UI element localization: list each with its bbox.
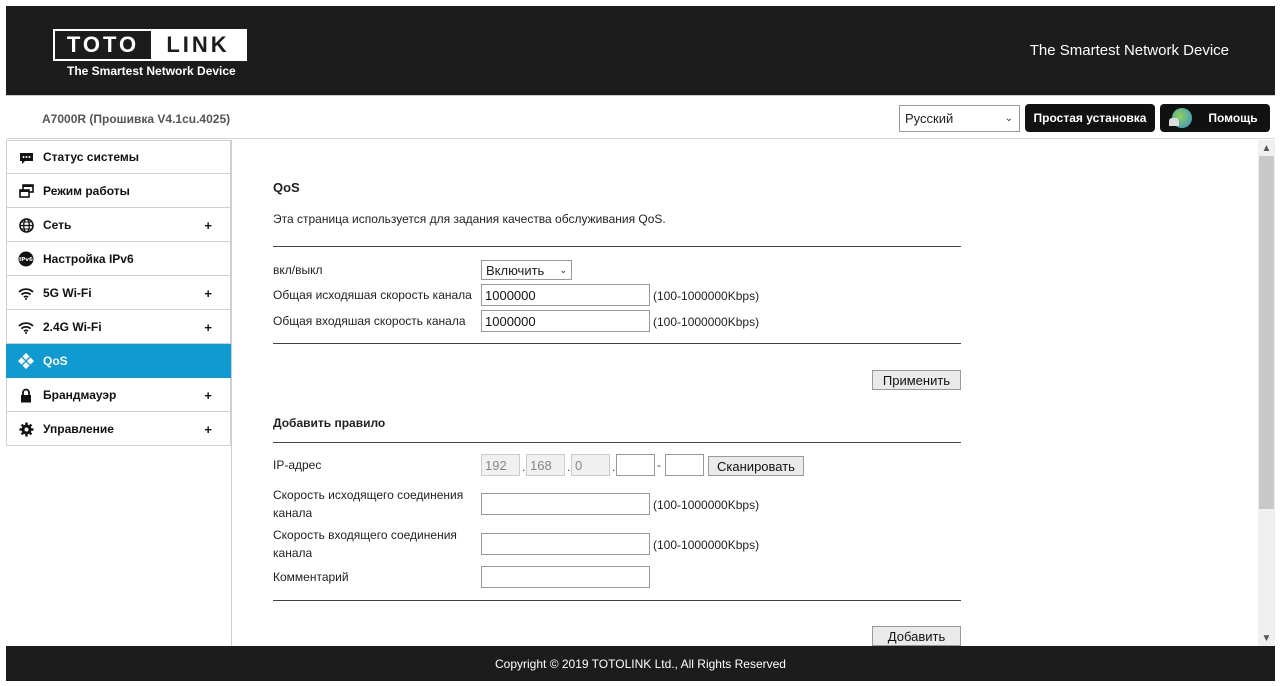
apply-button[interactable]: Применить [872,370,961,390]
expand-plus-icon[interactable]: + [204,422,212,437]
sidebar-item-24g-wifi[interactable]: 2.4G Wi-Fi + [6,310,231,344]
router-admin-page: TOTO LINK The Smartest Network Device Th… [6,6,1275,681]
expand-plus-icon[interactable]: + [204,388,212,403]
sidebar-item-label: Настройка IPv6 [43,251,134,266]
sidebar-item-label: QoS [43,353,68,368]
sidebar-item-label: Брандмауэр [43,387,117,402]
sidebar-item-label: 5G Wi-Fi [43,285,92,300]
ip-dot: . [612,460,616,474]
ip-range-dash: - [657,458,661,472]
header: TOTO LINK The Smartest Network Device Th… [6,6,1275,95]
rule-download-input[interactable] [481,533,650,555]
language-select-value: Русский [905,111,954,126]
language-select[interactable]: Русский ⌄ [899,105,1020,132]
ip-dot: . [567,460,571,474]
rule-upload-hint: (100-1000000Kbps) [653,498,760,512]
scroll-up-icon[interactable]: ▲ [1258,140,1275,156]
ip-start-octet-input[interactable] [616,454,655,476]
divider [273,246,961,247]
ip-octet-2: 168 [526,454,565,476]
ip-octet-3: 0 [571,454,610,476]
windows-icon [18,183,34,199]
scroll-down-icon[interactable]: ▼ [1258,630,1275,646]
quick-setup-button[interactable]: Простая установка [1025,104,1155,132]
sidebar-item-system-status[interactable]: Статус системы [6,140,231,174]
rule-upload-label: Скорость исходящего соединения канала [273,488,464,520]
main-content: QoS Эта страница используется для задани… [233,140,1258,646]
comment-label: Комментарий [273,570,349,584]
sidebar-item-qos[interactable]: QoS [6,344,231,378]
expand-plus-icon[interactable]: + [204,320,212,335]
scan-button[interactable]: Сканировать [708,456,804,476]
footer: Copyright © 2019 TOTOLINK Ltd., All Righ… [6,646,1275,681]
chevron-down-icon: ⌄ [559,265,567,275]
upload-speed-input[interactable]: 1000000 [481,284,650,306]
header-slogan: The Smartest Network Device [1029,42,1229,59]
sidebar-item-operation-mode[interactable]: Режим работы [6,174,231,208]
sidebar-item-firewall[interactable]: Брандмауэр + [6,378,231,412]
firmware-version: A7000R (Прошивка V4.1cu.4025) [42,112,231,126]
logo-tagline: The Smartest Network Device [67,64,236,78]
logo-text-right: LINK [151,31,245,59]
add-rule-title: Добавить правило [273,416,386,430]
ip-dot: . [522,460,526,474]
expand-plus-icon[interactable]: + [204,286,212,301]
totolink-logo[interactable]: TOTO LINK [53,29,247,61]
divider [273,600,961,601]
qos-enable-value: Включить [486,262,545,278]
help-button[interactable]: Помощь [1160,104,1270,132]
ip-address-label: IP-адрес [273,458,322,472]
rule-upload-input[interactable] [481,493,650,515]
upload-speed-label: Общая исходяшая скорость канала [273,288,472,302]
expand-plus-icon[interactable]: + [204,218,212,233]
sidebar-item-management[interactable]: Управление + [6,412,231,446]
content-scrollbar[interactable]: ▲ ▼ [1258,140,1275,646]
sidebar: Статус системы Режим работы Сеть + IPv6 … [6,140,232,646]
sidebar-item-network[interactable]: Сеть + [6,208,231,242]
gear-icon [18,421,34,437]
download-speed-hint: (100-1000000Kbps) [653,315,760,329]
sidebar-item-label: Сеть [43,217,72,232]
sidebar-item-label: Управление [43,421,114,436]
ipv6-icon: IPv6 [18,251,34,267]
rule-download-label: Скорость входящего соединения канала [273,528,457,560]
comment-input[interactable] [481,566,650,588]
qos-icon [18,353,34,369]
sidebar-item-5g-wifi[interactable]: 5G Wi-Fi + [6,276,231,310]
divider [273,442,961,443]
divider [273,343,961,344]
svg-text:IPv6: IPv6 [19,257,33,263]
top-bar: A7000R (Прошивка V4.1cu.4025) Русский ⌄ … [6,95,1275,139]
sidebar-item-ipv6[interactable]: IPv6 Настройка IPv6 [6,242,231,276]
chevron-down-icon: ⌄ [1004,113,1013,124]
qos-enable-select[interactable]: Включить ⌄ [481,260,572,280]
add-rule-button[interactable]: Добавить [872,626,961,646]
scroll-thumb[interactable] [1259,156,1274,509]
ip-end-octet-input[interactable] [665,454,704,476]
page-title: QoS [273,180,300,195]
ip-octet-1: 192 [481,454,520,476]
copyright-text: Copyright © 2019 TOTOLINK Ltd., All Righ… [495,656,786,671]
wifi-icon [18,285,34,301]
chat-icon [18,150,34,166]
help-globe-icon [1169,108,1193,128]
globe-icon [18,217,34,233]
sidebar-item-label: 2.4G Wi-Fi [43,319,102,334]
qos-enable-label: вкл/выкл [273,263,323,277]
rule-download-hint: (100-1000000Kbps) [653,538,760,552]
page-description: Эта страница используется для задания ка… [273,212,666,226]
logo-text-left: TOTO [55,31,151,59]
help-button-label: Помощь [1208,111,1258,125]
sidebar-item-label: Режим работы [43,183,130,198]
lock-icon [18,387,34,403]
download-speed-label: Общая входяшая скорость канала [273,314,466,328]
download-speed-input[interactable]: 1000000 [481,310,650,332]
sidebar-item-label: Статус системы [43,150,140,164]
upload-speed-hint: (100-1000000Kbps) [653,289,760,303]
wifi-icon [18,319,34,335]
